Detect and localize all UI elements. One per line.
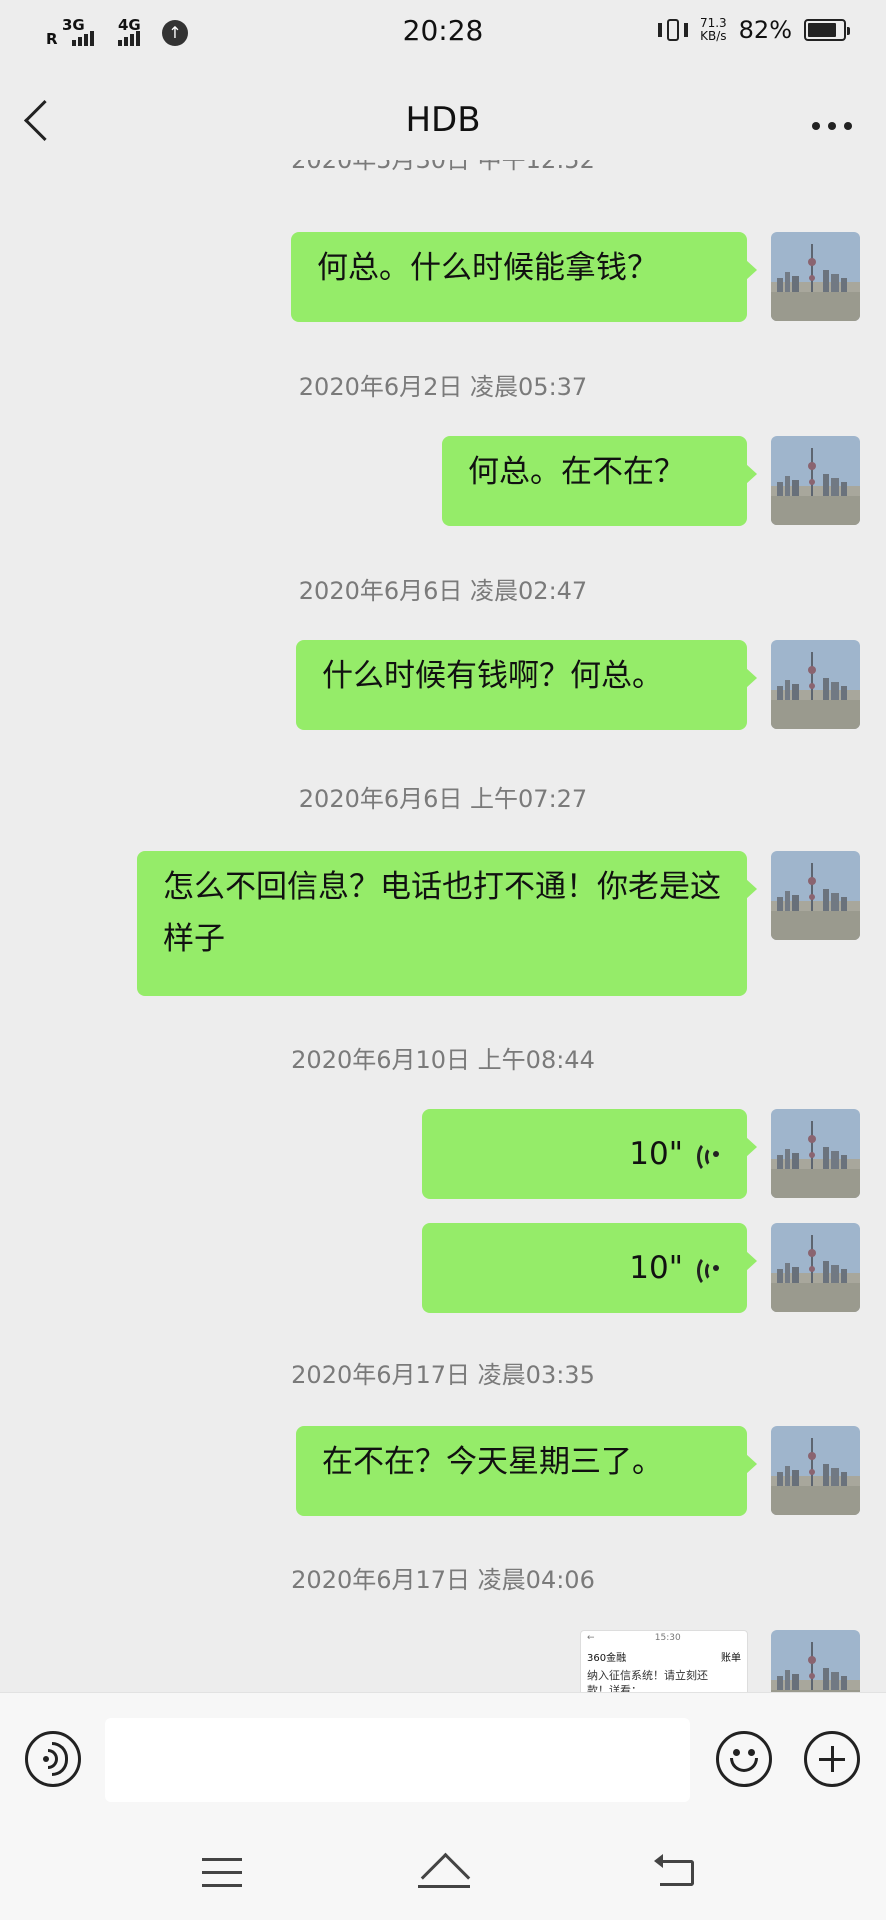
return-icon[interactable] [654,1854,696,1888]
battery-percent: 82% [738,16,792,44]
voice-wave-icon [695,1253,721,1287]
message-bubble[interactable]: 什么时候有钱啊？何总。 [296,640,757,730]
voice-message[interactable]: 10" [422,1109,757,1199]
network-speed: 71.3 KB/s [699,16,727,43]
voice-input-button[interactable] [25,1731,81,1787]
system-nav-bar [0,1828,886,1920]
input-bar [0,1692,886,1829]
message-bubble[interactable]: 怎么不回信息？电话也打不通！你老是这样子 [137,851,757,996]
avatar[interactable] [771,851,860,940]
avatar[interactable] [771,1109,860,1198]
battery-icon [804,19,850,41]
avatar[interactable] [771,1426,860,1515]
message-bubble[interactable]: 何总。在不在？ [442,436,757,526]
menu-icon[interactable] [202,1858,242,1888]
vibrate-icon [657,17,688,43]
avatar[interactable] [771,640,860,729]
home-icon[interactable] [416,1850,472,1903]
voice-message[interactable]: 10" [422,1223,757,1313]
timestamp: 2020年6月6日 上午07:27 [298,785,588,813]
timestamp: 2020年5月30日 中午12:52 [291,160,595,174]
voice-wave-icon [695,1139,721,1173]
timestamp: 2020年6月10日 上午08:44 [291,1046,595,1074]
avatar[interactable] [771,436,860,525]
chat-title: HDB [405,100,481,140]
timestamp: 2020年6月17日 凌晨04:06 [291,1566,595,1594]
avatar[interactable] [771,1223,860,1312]
emoji-button[interactable] [716,1731,772,1787]
message-bubble[interactable]: 在不在？今天星期三了。 [296,1426,757,1516]
avatar[interactable] [771,232,860,321]
status-bar: 3G R 4G ↑ 20:28 71.3 KB/s 82% [0,0,886,70]
more-options-icon[interactable] [812,122,852,130]
timestamp: 2020年6月17日 凌晨03:35 [291,1361,595,1389]
message-input[interactable] [105,1718,690,1802]
more-actions-button[interactable] [804,1731,860,1787]
timestamp: 2020年6月2日 凌晨05:37 [298,373,588,401]
message-bubble[interactable]: 何总。什么时候能拿钱？ [291,232,757,322]
avatar[interactable] [771,1630,860,1692]
timestamp: 2020年6月6日 凌晨02:47 [298,577,588,605]
chat-area[interactable]: 2020年5月30日 中午12:52 何总。什么时候能拿钱？ 2020年6月2日… [0,160,886,1692]
image-message[interactable]: ← 15:30 360金融 账单 纳入征信系统！请立刻还 款！详看： [580,1630,748,1692]
